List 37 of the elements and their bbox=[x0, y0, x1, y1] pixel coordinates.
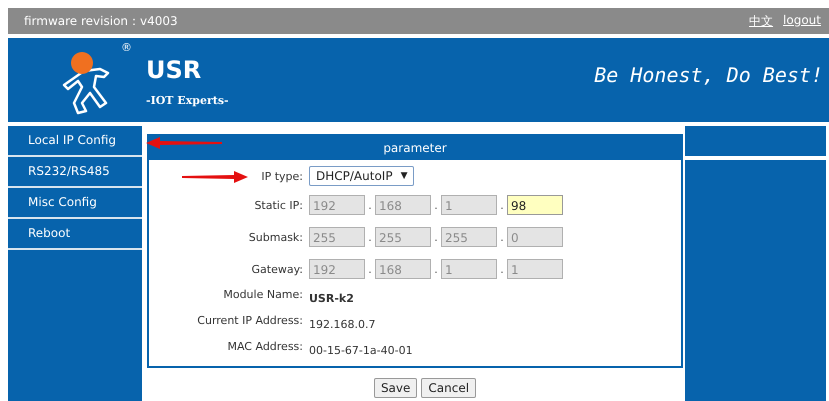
pointer-arrow bbox=[182, 171, 248, 183]
ip-type-select[interactable]: DHCP/AutoIP ▼ bbox=[309, 166, 414, 186]
octet-separator: . bbox=[367, 198, 373, 212]
info-label: Module Name: bbox=[223, 288, 303, 301]
sidebar-item[interactable]: Reboot bbox=[8, 219, 142, 250]
firmware-revision: firmware revision：v4003 bbox=[24, 12, 178, 30]
form-button[interactable]: Cancel bbox=[421, 378, 476, 398]
form-button[interactable]: Save bbox=[374, 378, 418, 398]
field-label: Gateway: bbox=[252, 262, 303, 276]
header-link[interactable]: 中文 bbox=[749, 12, 774, 30]
octet-separator: . bbox=[499, 262, 505, 276]
info-label: Current IP Address: bbox=[197, 314, 303, 327]
octet-separator: . bbox=[433, 198, 439, 212]
field-label: IP type: bbox=[261, 170, 303, 182]
sidebar-item[interactable]: RS232/RS485 bbox=[8, 157, 142, 188]
octet-separator: . bbox=[499, 198, 505, 212]
info-value: USR-k2 bbox=[309, 292, 354, 304]
registered-mark: ® bbox=[121, 41, 132, 54]
info-value: 00-15-67-1a-40-01 bbox=[309, 344, 413, 356]
field-label: Submask: bbox=[248, 230, 303, 244]
info-value: 192.168.0.7 bbox=[309, 318, 376, 330]
brand-name: USR bbox=[146, 56, 202, 84]
octet-separator: . bbox=[499, 230, 505, 244]
sidebar-item[interactable]: Misc Config bbox=[8, 188, 142, 219]
brand-tagline: -IOT Experts- bbox=[146, 94, 229, 107]
octet-field[interactable]: 98 bbox=[507, 195, 563, 215]
slogan: Be Honest, Do Best! bbox=[594, 63, 823, 87]
field-label: Static IP: bbox=[254, 198, 303, 212]
octet-separator: . bbox=[367, 230, 373, 244]
info-label: MAC Address: bbox=[227, 340, 303, 353]
octet-separator: . bbox=[367, 262, 373, 276]
panel-title: parameter bbox=[149, 136, 681, 160]
header-link[interactable]: logout bbox=[783, 12, 821, 30]
octet-separator: . bbox=[433, 230, 439, 244]
caret-icon: ▼ bbox=[400, 171, 408, 181]
octet-separator: . bbox=[433, 262, 439, 276]
sidebar-item[interactable]: Local IP Config bbox=[8, 126, 142, 157]
